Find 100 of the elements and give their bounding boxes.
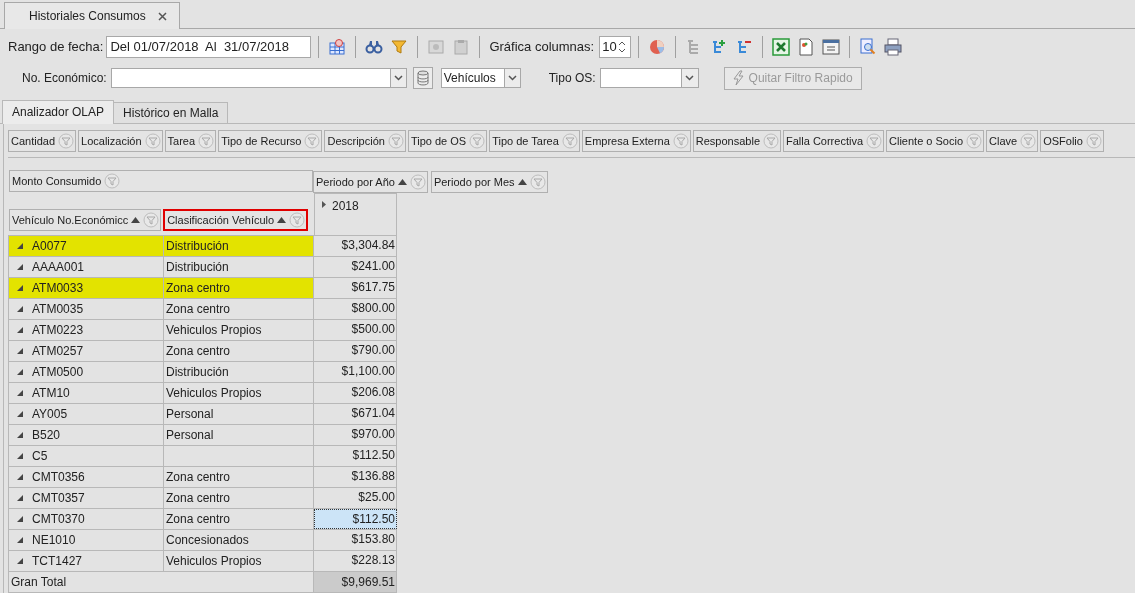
collapse-icon[interactable] [17, 474, 23, 480]
filter-icon[interactable] [198, 133, 215, 149]
value-cell[interactable]: $112.50 [314, 509, 397, 529]
tab[interactable]: Analizador OLAP [2, 100, 115, 124]
tab[interactable]: Histórico en Malla [113, 102, 229, 123]
value-cell[interactable]: $241.00 [314, 257, 397, 277]
row-header-cell: Concesionados [164, 530, 314, 550]
value-cell[interactable]: $25.00 [314, 488, 397, 508]
value-cell[interactable]: $112.50 [314, 446, 397, 466]
spinner-field[interactable]: 10 [599, 36, 632, 58]
pivot-field-button[interactable]: Periodo por Año [313, 171, 428, 193]
value-cell[interactable]: $206.08 [314, 383, 397, 403]
value-cell[interactable]: $1,100.00 [314, 362, 397, 382]
filter-icon[interactable] [143, 212, 160, 228]
pivot-field-button[interactable]: Tipo de OS [407, 130, 488, 152]
value-cell[interactable]: $617.75 [314, 278, 397, 298]
filter-icon[interactable] [763, 133, 779, 149]
row-header-cell: Vehiculos Propios [164, 320, 314, 340]
printer-icon[interactable] [882, 36, 905, 58]
filter-icon[interactable] [561, 133, 578, 149]
pivot-field-button[interactable]: Responsable [692, 130, 781, 152]
row-header-cell: Zona centro [164, 488, 314, 508]
collapse-icon[interactable] [17, 516, 23, 522]
pivot-field-button[interactable]: Clave [986, 130, 1039, 152]
collapse-icon[interactable] [17, 243, 23, 249]
type-dropdown[interactable]: Vehículos [440, 68, 521, 88]
row-header-cell: B520 [8, 425, 164, 445]
value-cell[interactable]: $790.00 [314, 341, 397, 361]
row-header-cell: Zona centro [164, 278, 314, 298]
pivot-field-button[interactable]: Tipo de Recurso [218, 130, 323, 152]
collapse-icon[interactable] [17, 558, 23, 564]
row-header-cell: Zona centro [164, 341, 314, 361]
filter-icon[interactable] [966, 133, 983, 149]
row-header-cell: AY005 [8, 404, 164, 424]
row-header-cell: ATM0257 [8, 341, 164, 361]
collapse-icon[interactable] [17, 348, 23, 354]
pivot-field-button[interactable]: Empresa Externa [581, 130, 691, 152]
date-range-field[interactable]: Del 01/07/2018 Al 31/07/2018 [106, 36, 312, 58]
value-cell[interactable]: $136.88 [314, 467, 397, 487]
pivot-field-button[interactable]: Vehículo No.Económicc [9, 209, 162, 231]
filter-icon[interactable] [289, 212, 306, 228]
filter-icon[interactable] [104, 173, 121, 189]
filter-icon[interactable] [866, 133, 883, 149]
row-header-cell: A0077 [8, 236, 164, 256]
pivot-field-button[interactable]: Tarea [164, 130, 217, 152]
collapse-icon[interactable] [17, 390, 23, 396]
collapse-icon[interactable] [17, 327, 23, 333]
database-button[interactable] [412, 67, 433, 89]
document-tab[interactable]: Historiales Consumos [4, 2, 180, 29]
pivot-field-button[interactable]: Localización [78, 130, 163, 152]
value-cell[interactable]: $228.13 [314, 551, 397, 571]
value-cell[interactable]: $671.04 [314, 404, 397, 424]
dropdown-caret-icon [507, 75, 517, 81]
collapse-icon[interactable] [17, 369, 23, 375]
filter-icon[interactable] [58, 133, 75, 149]
collapse-icon[interactable] [17, 264, 23, 270]
value-cell[interactable]: $800.00 [314, 299, 397, 319]
filter-icon[interactable] [469, 133, 486, 149]
lightning-icon [732, 70, 745, 86]
column-header: 2018 [314, 193, 397, 235]
spreadsheet-icon[interactable] [770, 36, 793, 58]
filter-icon[interactable] [529, 174, 546, 190]
filter-icon[interactable] [1020, 133, 1037, 149]
row-header-cell: Distribución [164, 362, 314, 382]
value-cell[interactable]: $970.00 [314, 425, 397, 445]
filter-icon[interactable] [409, 174, 426, 190]
pivot-field-button[interactable]: Falla Correctiva [783, 130, 885, 152]
collapse-icon[interactable] [17, 306, 23, 312]
value-cell[interactable]: $153.80 [314, 530, 397, 550]
filter-icon[interactable] [672, 133, 689, 149]
collapse-icon[interactable] [17, 453, 23, 459]
pivot-field-button[interactable]: OSFolio [1040, 130, 1104, 152]
row-header-cell: Vehiculos Propios [164, 383, 314, 403]
collapse-icon[interactable] [17, 495, 23, 501]
expand-icon[interactable] [322, 201, 326, 208]
collapse-icon[interactable] [17, 285, 23, 291]
pivot-field-button[interactable]: Periodo por Mes [430, 171, 548, 193]
economic-number-dropdown[interactable] [110, 68, 407, 88]
pivot-field-button[interactable]: Tipo de Tarea [489, 130, 580, 152]
filter-icon[interactable] [1085, 133, 1102, 149]
filter-icon[interactable] [387, 133, 404, 149]
row-header-cell: ATM0500 [8, 362, 164, 382]
pivot-field-button[interactable]: Descripción [324, 130, 406, 152]
pivot-field-button[interactable]: Cliente o Socio [886, 130, 985, 152]
pivot-field-button[interactable]: Cantidad [8, 130, 77, 152]
value-cell[interactable]: $3,304.84 [314, 236, 397, 256]
filter-icon[interactable] [304, 133, 321, 149]
field-label: No. Económico: [22, 70, 107, 87]
filter-icon[interactable] [144, 133, 161, 149]
collapse-icon[interactable] [17, 432, 23, 438]
pivot-field-button[interactable]: Clasificación Vehículo [163, 209, 309, 231]
pivot-field-button[interactable]: Monto Consumido [9, 170, 313, 192]
row-header-cell: AAAA001 [8, 257, 164, 277]
collapse-icon[interactable] [17, 411, 23, 417]
value-cell[interactable]: $500.00 [314, 320, 397, 340]
collapse-icon[interactable] [17, 537, 23, 543]
os-type-dropdown[interactable] [599, 68, 699, 88]
text-file-icon[interactable] [820, 36, 843, 58]
row-header-cell: CMT0356 [8, 467, 164, 487]
close-icon[interactable] [157, 11, 167, 21]
